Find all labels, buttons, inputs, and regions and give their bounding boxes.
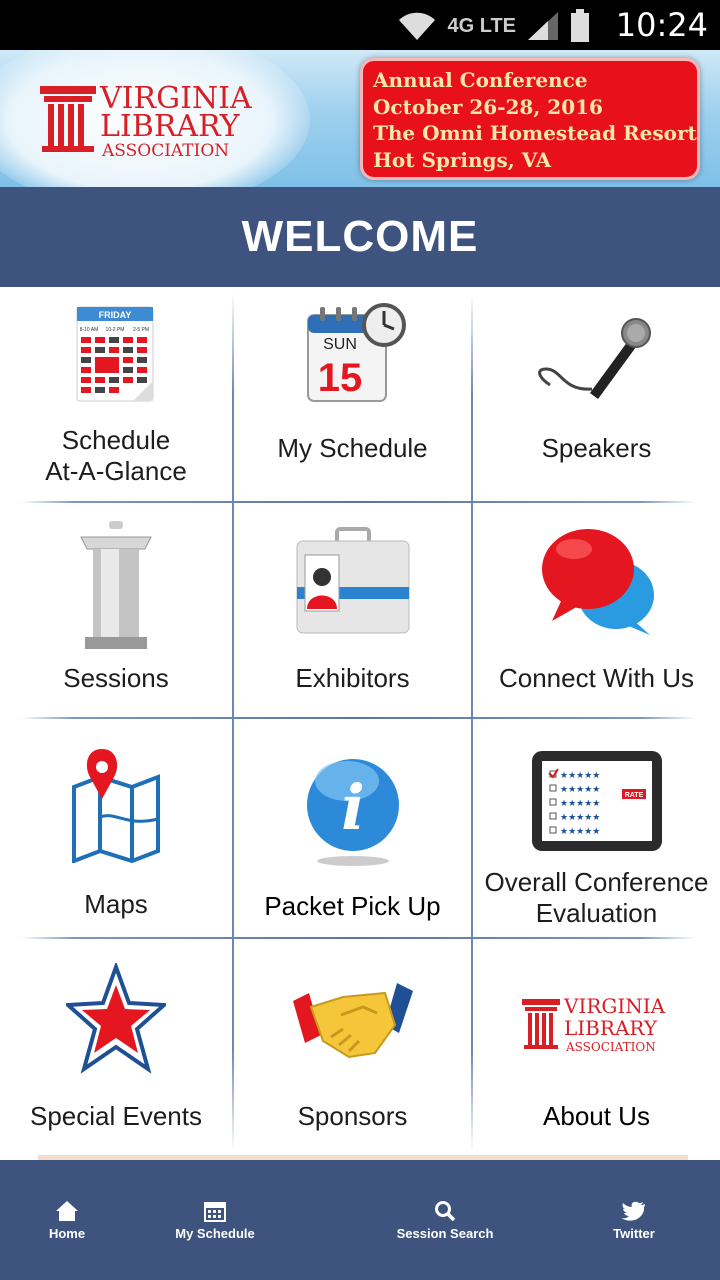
logo-word-library: LIBRARY [100,109,241,144]
conference-venue: The Omni Homestead Resort [373,121,697,145]
page-title: WELCOME [0,187,720,287]
nav-home-label: Home [48,1225,86,1241]
svg-text:i: i [341,771,365,844]
svg-text:2-5 PM: 2-5 PM [133,327,149,333]
tile-label: Special Events [30,1101,202,1131]
nav-twitter[interactable]: Twitter [604,1160,664,1280]
tile-connect-with-us[interactable]: Connect With Us [473,503,720,717]
svg-text:RATE: RATE [624,792,643,799]
menu-grid: FRIDAY 8-10 AM 10-2 PM 2-5 PM Schedule A… [0,287,720,1160]
svg-text:SUN: SUN [323,336,357,353]
svg-text:★★★★★: ★★★★★ [560,799,600,809]
tile-label: Connect With Us [498,663,695,693]
speech-bubbles-icon [541,529,654,635]
calendar-icon [204,1201,226,1222]
nav-twitter-label: Twitter [613,1225,655,1241]
svg-text:FRIDAY: FRIDAY [99,310,132,320]
svg-text:★★★★★: ★★★★★ [560,813,600,823]
tile-special-events[interactable]: Special Events [0,939,232,1154]
svg-text:★★★★★: ★★★★★ [560,827,600,837]
tile-my-schedule[interactable]: SUN 15 My Schedule [234,287,471,501]
calendar-grid-icon: FRIDAY 8-10 AM 10-2 PM 2-5 PM [76,306,154,402]
tile-label: Maps [84,889,148,919]
nav-session-search-label: Session Search [396,1225,494,1241]
id-badge-icon [296,527,409,634]
tile-label: Speakers [541,433,652,463]
tile-speakers[interactable]: Speakers [473,287,720,501]
nav-my-schedule[interactable]: My Schedule [172,1160,258,1280]
svg-text:15: 15 [317,356,362,400]
bottom-nav: Home My Schedule Session Search Twitter [0,1160,720,1280]
svg-text:VIRGINIA: VIRGINIA [563,994,666,1018]
tablet-rating-icon: ★★★★★ ★★★★★ ★★★★★ ★★★★★ ★★★★★ RATE [531,751,662,851]
search-icon [435,1200,456,1221]
status-time: 10:24 [615,6,708,44]
battery-icon [571,9,589,42]
nav-session-search[interactable]: Session Search [396,1160,494,1280]
tile-maps[interactable]: Maps [0,719,232,937]
wifi-icon [399,12,436,40]
vla-logo: VIRGINIA LIBRARY ASSOCIATION [40,81,252,161]
tile-packet-pick-up[interactable]: i Packet Pick Up [234,719,471,937]
twitter-bird-icon [621,1201,645,1221]
tile-label: Sessions [63,663,169,693]
tile-overall-conference-evaluation[interactable]: ★★★★★ ★★★★★ ★★★★★ ★★★★★ ★★★★★ RATE Overa… [473,719,720,937]
nav-home[interactable]: Home [37,1160,97,1280]
tile-sponsors[interactable]: Sponsors [234,939,471,1154]
conference-banner: VIRGINIA LIBRARY ASSOCIATION Annual Conf… [0,50,720,187]
tile-label: Sponsors [297,1101,408,1131]
microphone-icon [537,318,651,399]
conference-location: Hot Springs, VA [373,147,552,172]
status-bar: 4G LTE 10:24 [0,0,720,50]
tile-label: Exhibitors [295,663,410,693]
signal-icon [528,12,558,40]
svg-text:LIBRARY: LIBRARY [564,1016,658,1040]
star-icon [66,963,166,1074]
home-icon [56,1200,78,1221]
podium-icon [80,521,152,649]
tile-label: Packet Pick Up [264,891,441,921]
vla-logo-icon: VIRGINIA LIBRARY ASSOCIATION [521,994,666,1054]
svg-text:ASSOCIATION: ASSOCIATION [565,1040,656,1054]
logo-word-association: ASSOCIATION [101,141,229,161]
info-icon: i [306,759,399,866]
svg-text:★★★★★: ★★★★★ [560,771,600,781]
svg-text:8-10 AM: 8-10 AM [80,327,99,333]
tile-label: My Schedule [277,433,428,463]
nav-my-schedule-label: My Schedule [175,1225,255,1241]
network-type-label: 4G LTE [447,15,516,37]
status-icons: 4G LTE [397,8,590,44]
handshake-icon [292,983,413,1059]
tile-label: Schedule At-A-Glance [45,425,187,486]
tile-schedule-at-a-glance[interactable]: FRIDAY 8-10 AM 10-2 PM 2-5 PM Schedule A… [0,287,232,501]
svg-text:★★★★★: ★★★★★ [560,785,600,795]
conference-title: Annual Conference [373,68,588,92]
calendar-clock-icon: SUN 15 [306,303,406,402]
tile-sessions[interactable]: Sessions [0,503,232,717]
conference-dates: October 26-28, 2016 [373,94,603,119]
tile-about-us[interactable]: VIRGINIA LIBRARY ASSOCIATION About Us [473,939,720,1154]
tile-label: Overall Conference Evaluation [484,867,709,928]
tile-exhibitors[interactable]: Exhibitors [234,503,471,717]
conference-info-box: Annual Conference October 26-28, 2016 Th… [360,58,700,180]
map-pin-icon [72,749,160,863]
tile-label: About Us [543,1101,650,1131]
svg-text:10-2 PM: 10-2 PM [106,327,125,333]
